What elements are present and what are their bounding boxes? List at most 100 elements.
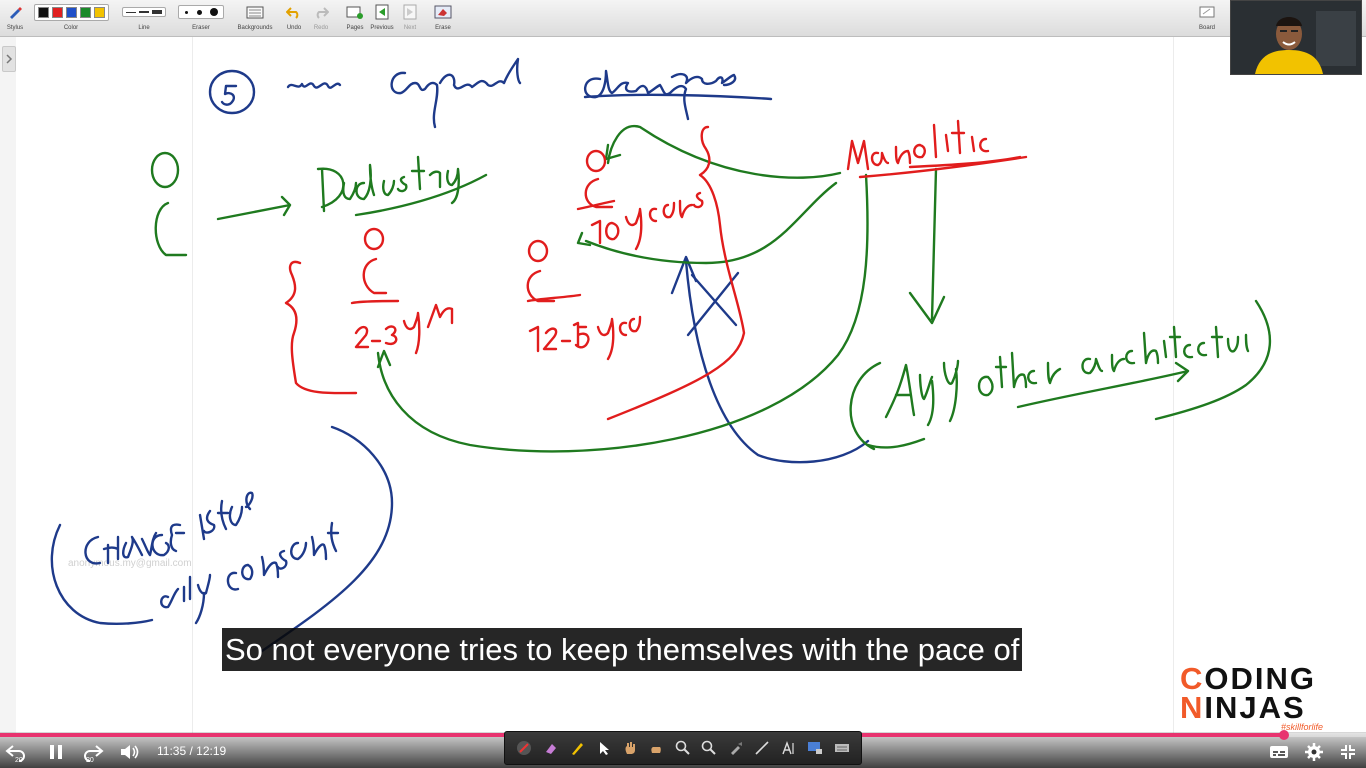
skip-forward-icon: 20 xyxy=(84,745,104,762)
next-page-button[interactable]: Next xyxy=(400,3,420,31)
underline-developers xyxy=(583,93,773,101)
line-medium[interactable] xyxy=(139,11,149,13)
backgrounds-icon xyxy=(246,6,264,19)
backgrounds-tool[interactable]: Backgrounds xyxy=(236,3,274,31)
erase-all-icon xyxy=(434,5,452,19)
logo-line-2: NINJAS xyxy=(1180,690,1306,725)
annot-line-button[interactable] xyxy=(754,740,770,756)
eraser-large[interactable] xyxy=(210,8,218,16)
word-configured xyxy=(390,57,522,129)
logo-accent-letter: N xyxy=(1180,690,1205,725)
annot-grab-button[interactable] xyxy=(648,740,664,756)
line-thin[interactable] xyxy=(126,11,136,13)
text-only-constant xyxy=(160,521,340,625)
eraser-medium[interactable] xyxy=(197,9,202,15)
exit-fullscreen-button[interactable] xyxy=(1338,742,1358,762)
skip-back-icon: 20 xyxy=(5,745,25,762)
hand-icon xyxy=(625,742,636,754)
previous-page-button[interactable]: Previous xyxy=(370,3,394,31)
figure-symbol xyxy=(154,201,188,257)
eyedropper-icon xyxy=(730,742,742,755)
text-icon xyxy=(782,740,794,755)
settings-button[interactable] xyxy=(1304,742,1324,762)
redo-label: Redo xyxy=(313,25,329,31)
color-swatch-black[interactable] xyxy=(37,6,49,18)
annot-highlighter-button[interactable] xyxy=(569,740,585,756)
annot-keyboard-button[interactable] xyxy=(834,740,850,756)
captions-icon xyxy=(1270,746,1288,758)
caption-subtitle: So not everyone tries to keep themselves… xyxy=(222,628,1023,671)
annot-pen-button[interactable] xyxy=(516,740,532,756)
annot-eyedropper-button[interactable] xyxy=(728,740,744,756)
annot-screen-button[interactable] xyxy=(807,740,823,756)
word-monolithic xyxy=(846,119,990,171)
annotation-toolbar xyxy=(504,731,862,765)
annot-hand-button[interactable] xyxy=(622,740,638,756)
logo-line-1: CODING xyxy=(1180,661,1317,696)
arrow-under-architecture xyxy=(1016,361,1190,409)
annot-zoom-out-button[interactable] xyxy=(701,740,717,756)
color-swatch-yellow[interactable] xyxy=(93,6,105,18)
pages-icon xyxy=(346,6,363,19)
blue-ink xyxy=(50,57,870,653)
presenter-webcam xyxy=(1230,0,1362,75)
erase-all-button[interactable]: Erase xyxy=(433,3,453,31)
previous-label: Previous xyxy=(370,25,394,31)
eraser-small[interactable] xyxy=(185,10,188,14)
color-swatch-red[interactable] xyxy=(51,6,63,18)
pages-label: Pages xyxy=(346,25,364,31)
stylus-label: Stylus xyxy=(6,25,24,31)
board-label: Board xyxy=(1198,25,1215,31)
undo-label: Undo xyxy=(286,25,302,31)
annot-eraser-button[interactable] xyxy=(543,740,559,756)
word-industry xyxy=(342,155,460,205)
pause-button[interactable] xyxy=(46,742,66,762)
bracket-right xyxy=(606,125,746,421)
letter-i xyxy=(316,167,345,213)
bracket-left xyxy=(284,260,358,395)
color-swatch-green[interactable] xyxy=(79,6,91,18)
annot-select-button[interactable] xyxy=(596,740,612,756)
redo-button[interactable]: Redo xyxy=(311,3,331,31)
word-other xyxy=(977,351,1062,397)
stylus-tool[interactable]: Stylus xyxy=(4,3,26,31)
line-tool[interactable]: Line xyxy=(119,3,169,31)
volume-button[interactable] xyxy=(118,742,142,762)
head-symbol-1215 xyxy=(527,239,549,263)
eraser-tool[interactable]: Eraser xyxy=(177,3,225,31)
skip-back-seconds: 20 xyxy=(15,757,23,762)
grab-icon xyxy=(651,747,662,753)
skip-forward-seconds: 20 xyxy=(86,757,94,762)
word-any xyxy=(884,359,960,427)
cursor-icon xyxy=(599,742,609,755)
word-architecture xyxy=(1081,325,1250,375)
undo-button[interactable]: Undo xyxy=(284,3,304,31)
line-icon xyxy=(755,741,769,755)
right-paren-change xyxy=(260,425,394,653)
exit-fullscreen-icon xyxy=(1341,745,1355,759)
text-12-15-yrs xyxy=(528,315,642,361)
pen-icon xyxy=(517,741,532,755)
arrow-to-industry xyxy=(216,195,292,221)
captions-button[interactable] xyxy=(1268,742,1290,762)
color-swatch-blue[interactable] xyxy=(65,6,77,18)
pages-button[interactable]: Pages xyxy=(344,3,366,31)
board-button[interactable]: Board xyxy=(1196,3,1218,31)
skip-back-button[interactable]: 20 xyxy=(5,742,31,762)
arrow-monolithic-to-10yrs xyxy=(606,124,842,179)
color-tool[interactable]: Color xyxy=(32,3,110,31)
progress-scrubber[interactable] xyxy=(1279,730,1290,740)
line-thick[interactable] xyxy=(152,10,162,14)
annot-zoom-in-button[interactable] xyxy=(675,740,691,756)
arrow-head-23yrs xyxy=(376,349,392,369)
eraser-icon xyxy=(545,744,556,754)
figure-1215 xyxy=(526,269,582,303)
screen-icon xyxy=(808,742,823,754)
skip-forward-button[interactable]: 20 xyxy=(78,742,104,762)
eraser-sizes xyxy=(178,5,224,19)
text-change-is-the xyxy=(84,491,254,565)
highlighter-icon xyxy=(572,743,584,755)
annot-text-button[interactable] xyxy=(781,740,797,756)
pause-icon xyxy=(50,745,62,759)
color-label: Color xyxy=(63,25,79,31)
